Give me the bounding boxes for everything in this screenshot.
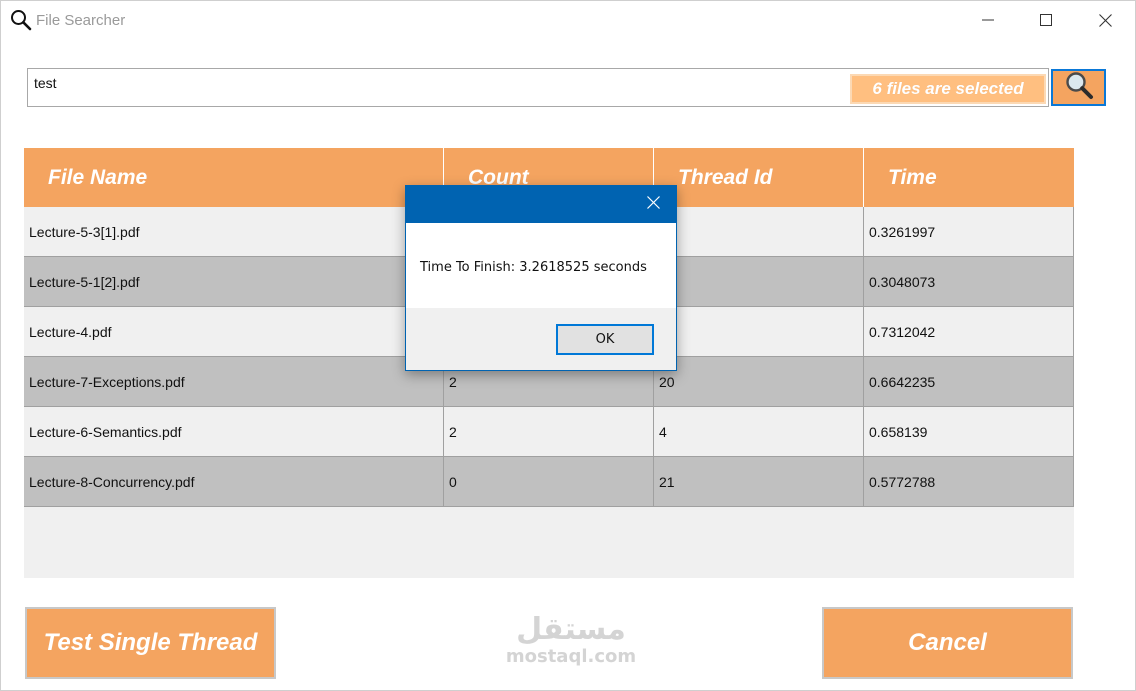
cell-time: 0.658139 xyxy=(864,407,1074,457)
cell-count: 2 xyxy=(444,407,654,457)
cell-time: 0.5772788 xyxy=(864,457,1074,507)
dialog-body: Time To Finish: 3.2618525 seconds xyxy=(406,223,676,308)
search-box: 6 files are selected xyxy=(27,68,1049,107)
ok-button[interactable]: OK xyxy=(556,324,654,355)
cell-file-name: Lecture-5-3[1].pdf xyxy=(24,207,444,257)
cell-file-name: Lecture-8-Concurrency.pdf xyxy=(24,457,444,507)
cell-thread-id xyxy=(654,257,864,307)
dialog-message: Time To Finish: 3.2618525 seconds xyxy=(420,260,647,275)
magnifier-icon xyxy=(10,9,32,31)
column-header-file-name[interactable]: File Name xyxy=(24,148,444,207)
column-header-time[interactable]: Time xyxy=(864,148,1074,207)
cell-file-name: Lecture-5-1[2].pdf xyxy=(24,257,444,307)
cell-thread-id: 21 xyxy=(654,457,864,507)
cell-thread-id: 4 xyxy=(654,407,864,457)
table-row[interactable]: Lecture-8-Concurrency.pdf 0 21 0.5772788 xyxy=(24,457,1074,507)
maximize-icon xyxy=(1040,14,1052,26)
maximize-button[interactable] xyxy=(1017,1,1075,39)
close-icon xyxy=(1098,13,1112,27)
watermark-logo: مستقل xyxy=(516,612,626,647)
cell-count: 0 xyxy=(444,457,654,507)
window-title: File Searcher xyxy=(36,12,126,29)
watermark-text: mostaql.com xyxy=(505,646,637,667)
cancel-button[interactable]: Cancel xyxy=(822,607,1073,679)
cell-thread-id xyxy=(654,207,864,257)
cell-time: 0.3048073 xyxy=(864,257,1074,307)
watermark: مستقل mostaql.com xyxy=(491,613,651,667)
table-row[interactable]: Lecture-6-Semantics.pdf 2 4 0.658139 xyxy=(24,407,1074,457)
minimize-button[interactable] xyxy=(959,1,1017,39)
cell-thread-id xyxy=(654,307,864,357)
cell-file-name: Lecture-4.pdf xyxy=(24,307,444,357)
search-input[interactable] xyxy=(34,73,834,93)
test-single-thread-button[interactable]: Test Single Thread xyxy=(25,607,276,679)
dialog-title-bar[interactable] xyxy=(406,186,676,223)
cell-file-name: Lecture-6-Semantics.pdf xyxy=(24,407,444,457)
search-button[interactable] xyxy=(1051,69,1106,106)
magnifier-icon xyxy=(1064,70,1094,105)
close-button[interactable] xyxy=(1076,1,1134,39)
selected-files-badge: 6 files are selected xyxy=(850,74,1046,104)
file-searcher-window: File Searcher 6 files are selected xyxy=(0,0,1136,691)
cell-file-name: Lecture-7-Exceptions.pdf xyxy=(24,357,444,407)
close-icon xyxy=(646,196,660,214)
cell-time: 0.6642235 xyxy=(864,357,1074,407)
title-bar[interactable]: File Searcher xyxy=(1,1,1135,39)
dialog-close-button[interactable] xyxy=(642,194,664,216)
cell-time: 0.7312042 xyxy=(864,307,1074,357)
cell-thread-id: 20 xyxy=(654,357,864,407)
message-dialog: Time To Finish: 3.2618525 seconds OK xyxy=(405,185,677,371)
minimize-icon xyxy=(982,14,994,26)
column-header-thread-id[interactable]: Thread Id xyxy=(654,148,864,207)
cell-time: 0.3261997 xyxy=(864,207,1074,257)
